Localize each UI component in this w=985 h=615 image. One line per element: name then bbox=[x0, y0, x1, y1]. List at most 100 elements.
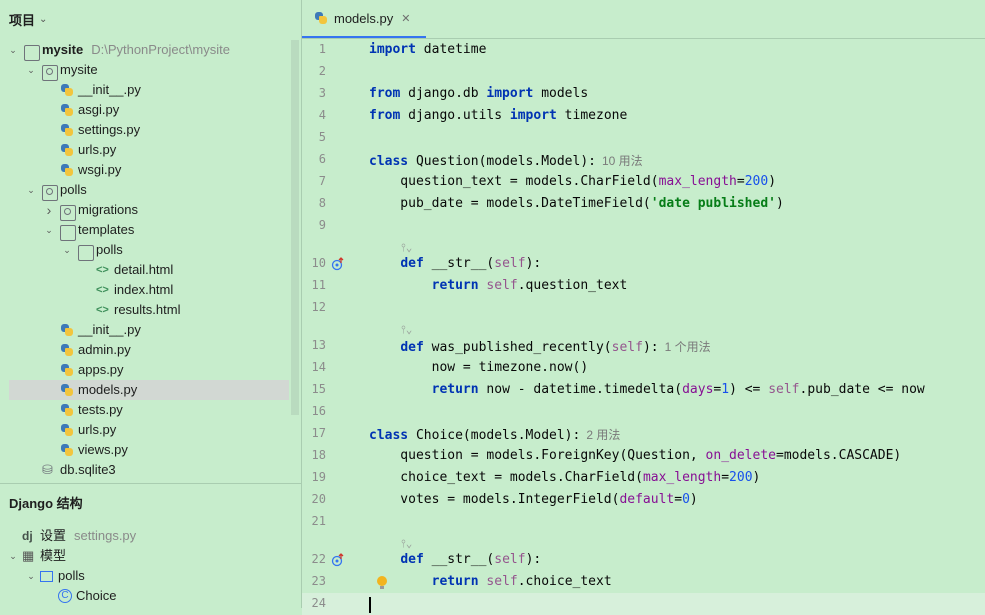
tree-item-label: models.py bbox=[78, 382, 138, 397]
usages-hint[interactable]: 1 个用法 bbox=[665, 340, 711, 354]
line-number: 3 bbox=[318, 86, 326, 100]
tree-item-label: migrations bbox=[78, 202, 138, 217]
python-file-icon bbox=[60, 163, 74, 177]
override-icon[interactable] bbox=[331, 257, 345, 271]
line-number: 6 bbox=[318, 152, 326, 166]
close-icon[interactable]: ✕ bbox=[401, 12, 410, 25]
lightbulb-icon[interactable] bbox=[377, 576, 387, 589]
tree-item[interactable]: wsgi.py bbox=[0, 160, 292, 180]
chevron-down-icon[interactable]: ⌄ bbox=[39, 14, 47, 25]
tree-item-label: mysite bbox=[60, 62, 98, 77]
line-number: 19 bbox=[311, 470, 326, 484]
python-file-icon bbox=[60, 103, 74, 117]
chevron-down-icon[interactable]: ⌄ bbox=[8, 546, 18, 566]
tree-item[interactable]: views.py bbox=[0, 440, 292, 460]
folder-icon bbox=[24, 45, 40, 61]
python-file-icon bbox=[60, 323, 74, 337]
tree-item[interactable]: settings.py bbox=[0, 120, 292, 140]
tree-item[interactable]: urls.py bbox=[0, 420, 292, 440]
code-line[interactable]: import datetime bbox=[369, 42, 486, 57]
folder-icon bbox=[78, 245, 94, 261]
chevron-down-icon[interactable]: ⌄ bbox=[44, 220, 54, 240]
html-file-icon: <> bbox=[96, 264, 109, 276]
django-tree-item[interactable]: C Choice bbox=[0, 586, 300, 606]
code-line[interactable]: def __str__(self): bbox=[369, 552, 541, 567]
usages-hint[interactable]: 10 用法 bbox=[602, 154, 643, 168]
line-number: 8 bbox=[318, 196, 326, 210]
code-line[interactable]: question = models.ForeignKey(Question, o… bbox=[369, 448, 901, 463]
tree-item[interactable]: apps.py bbox=[0, 360, 292, 380]
text-caret bbox=[369, 597, 371, 613]
override-icon[interactable] bbox=[331, 553, 345, 567]
chevron-right-icon[interactable]: › bbox=[44, 200, 54, 220]
django-tree-item[interactable]: ⌄ polls bbox=[0, 566, 300, 586]
tree-item-label: views.py bbox=[78, 442, 128, 457]
code-line[interactable]: def was_published_recently(self): 1 个用法 bbox=[369, 338, 711, 355]
chevron-down-icon[interactable]: ⌄ bbox=[26, 566, 36, 586]
tree-item[interactable]: ⛁ db.sqlite3 bbox=[0, 460, 292, 480]
django-panel-title: Django 结构 bbox=[9, 496, 83, 511]
code-line[interactable]: class Question(models.Model): 10 用法 bbox=[369, 152, 643, 169]
tab-bar: models.py ✕ bbox=[302, 0, 985, 39]
tree-item-label: __init__.py bbox=[78, 82, 141, 97]
tree-item[interactable]: ⌄ mysite D:\PythonProject\mysite bbox=[0, 40, 292, 61]
tree-item[interactable]: <> index.html bbox=[0, 280, 292, 300]
tree-item[interactable]: tests.py bbox=[0, 400, 292, 420]
chevron-down-icon[interactable]: ⌄ bbox=[62, 240, 72, 260]
code-line[interactable]: return self.question_text bbox=[369, 278, 628, 293]
code-line[interactable]: def __str__(self): bbox=[369, 256, 541, 271]
tree-item[interactable]: admin.py bbox=[0, 340, 292, 360]
scrollbar[interactable] bbox=[291, 40, 299, 415]
django-tree: dj 设置 settings.py ⌄ ▦ 模型 ⌄ polls C Choice bbox=[0, 526, 300, 606]
code-vision-icon[interactable]: ⫯⌄ bbox=[401, 537, 412, 551]
line-number: 5 bbox=[318, 130, 326, 144]
project-panel-header[interactable]: 项目 ⌄ bbox=[0, 0, 301, 38]
code-line[interactable]: question_text = models.CharField(max_len… bbox=[369, 174, 776, 189]
line-number: 10 bbox=[311, 256, 326, 270]
tree-item[interactable]: __init__.py bbox=[0, 80, 292, 100]
tab-models-py[interactable]: models.py ✕ bbox=[302, 0, 426, 38]
tree-item[interactable]: urls.py bbox=[0, 140, 292, 160]
tree-item[interactable]: ⌄ mysite bbox=[0, 60, 292, 81]
tree-item[interactable]: › migrations bbox=[0, 200, 292, 221]
tree-item-label: tests.py bbox=[78, 402, 123, 417]
code-line[interactable]: class Choice(models.Model): 2 用法 bbox=[369, 426, 620, 443]
line-number: 12 bbox=[311, 300, 326, 314]
python-file-icon bbox=[60, 423, 74, 437]
tree-item[interactable]: asgi.py bbox=[0, 100, 292, 120]
tree-item[interactable]: <> results.html bbox=[0, 300, 292, 320]
code-line[interactable]: now = timezone.now() bbox=[369, 360, 589, 375]
code-line[interactable]: votes = models.IntegerField(default=0) bbox=[369, 492, 697, 507]
chevron-down-icon[interactable]: ⌄ bbox=[26, 60, 36, 80]
tree-item[interactable]: __init__.py bbox=[0, 320, 292, 340]
chevron-down-icon[interactable]: ⌄ bbox=[26, 180, 36, 200]
tree-item[interactable]: models.py bbox=[9, 380, 289, 400]
django-item-label: polls bbox=[58, 568, 85, 583]
code-editor[interactable]: 1 import datetime 2 3 from django.db import … bbox=[302, 40, 985, 615]
tree-item[interactable]: ⌄ polls bbox=[0, 180, 292, 201]
code-line[interactable]: pub_date = models.DateTimeField('date pu… bbox=[369, 196, 784, 211]
folder-icon bbox=[60, 225, 76, 241]
tree-item[interactable]: ⌄ polls bbox=[0, 240, 292, 261]
usages-hint[interactable]: 2 用法 bbox=[586, 428, 620, 442]
tree-item-label: admin.py bbox=[78, 342, 131, 357]
code-line[interactable]: return now - datetime.timedelta(days=1) … bbox=[369, 382, 925, 397]
app-icon bbox=[40, 571, 53, 582]
code-vision-icon[interactable]: ⫯⌄ bbox=[401, 323, 412, 337]
line-number: 18 bbox=[311, 448, 326, 462]
tree-item-label: __init__.py bbox=[78, 322, 141, 337]
code-line[interactable]: from django.utils import timezone bbox=[369, 108, 627, 123]
html-file-icon: <> bbox=[96, 284, 109, 296]
project-tree: ⌄ mysite D:\PythonProject\mysite ⌄ mysite __i… bbox=[0, 40, 292, 480]
chevron-down-icon[interactable]: ⌄ bbox=[8, 40, 18, 60]
tree-item[interactable]: ⌄ templates bbox=[0, 220, 292, 241]
django-item-label: 模型 bbox=[40, 548, 67, 563]
code-vision-icon[interactable]: ⫯⌄ bbox=[401, 241, 412, 255]
code-line[interactable]: return self.choice_text bbox=[369, 574, 612, 589]
code-line[interactable]: from django.db import models bbox=[369, 86, 588, 101]
tree-item[interactable]: <> detail.html bbox=[0, 260, 292, 280]
django-tree-item[interactable]: ⌄ ▦ 模型 bbox=[0, 546, 300, 566]
code-line[interactable]: choice_text = models.CharField(max_lengt… bbox=[369, 470, 760, 485]
django-tree-item[interactable]: dj 设置 settings.py bbox=[0, 526, 300, 546]
line-number: 11 bbox=[311, 278, 326, 292]
